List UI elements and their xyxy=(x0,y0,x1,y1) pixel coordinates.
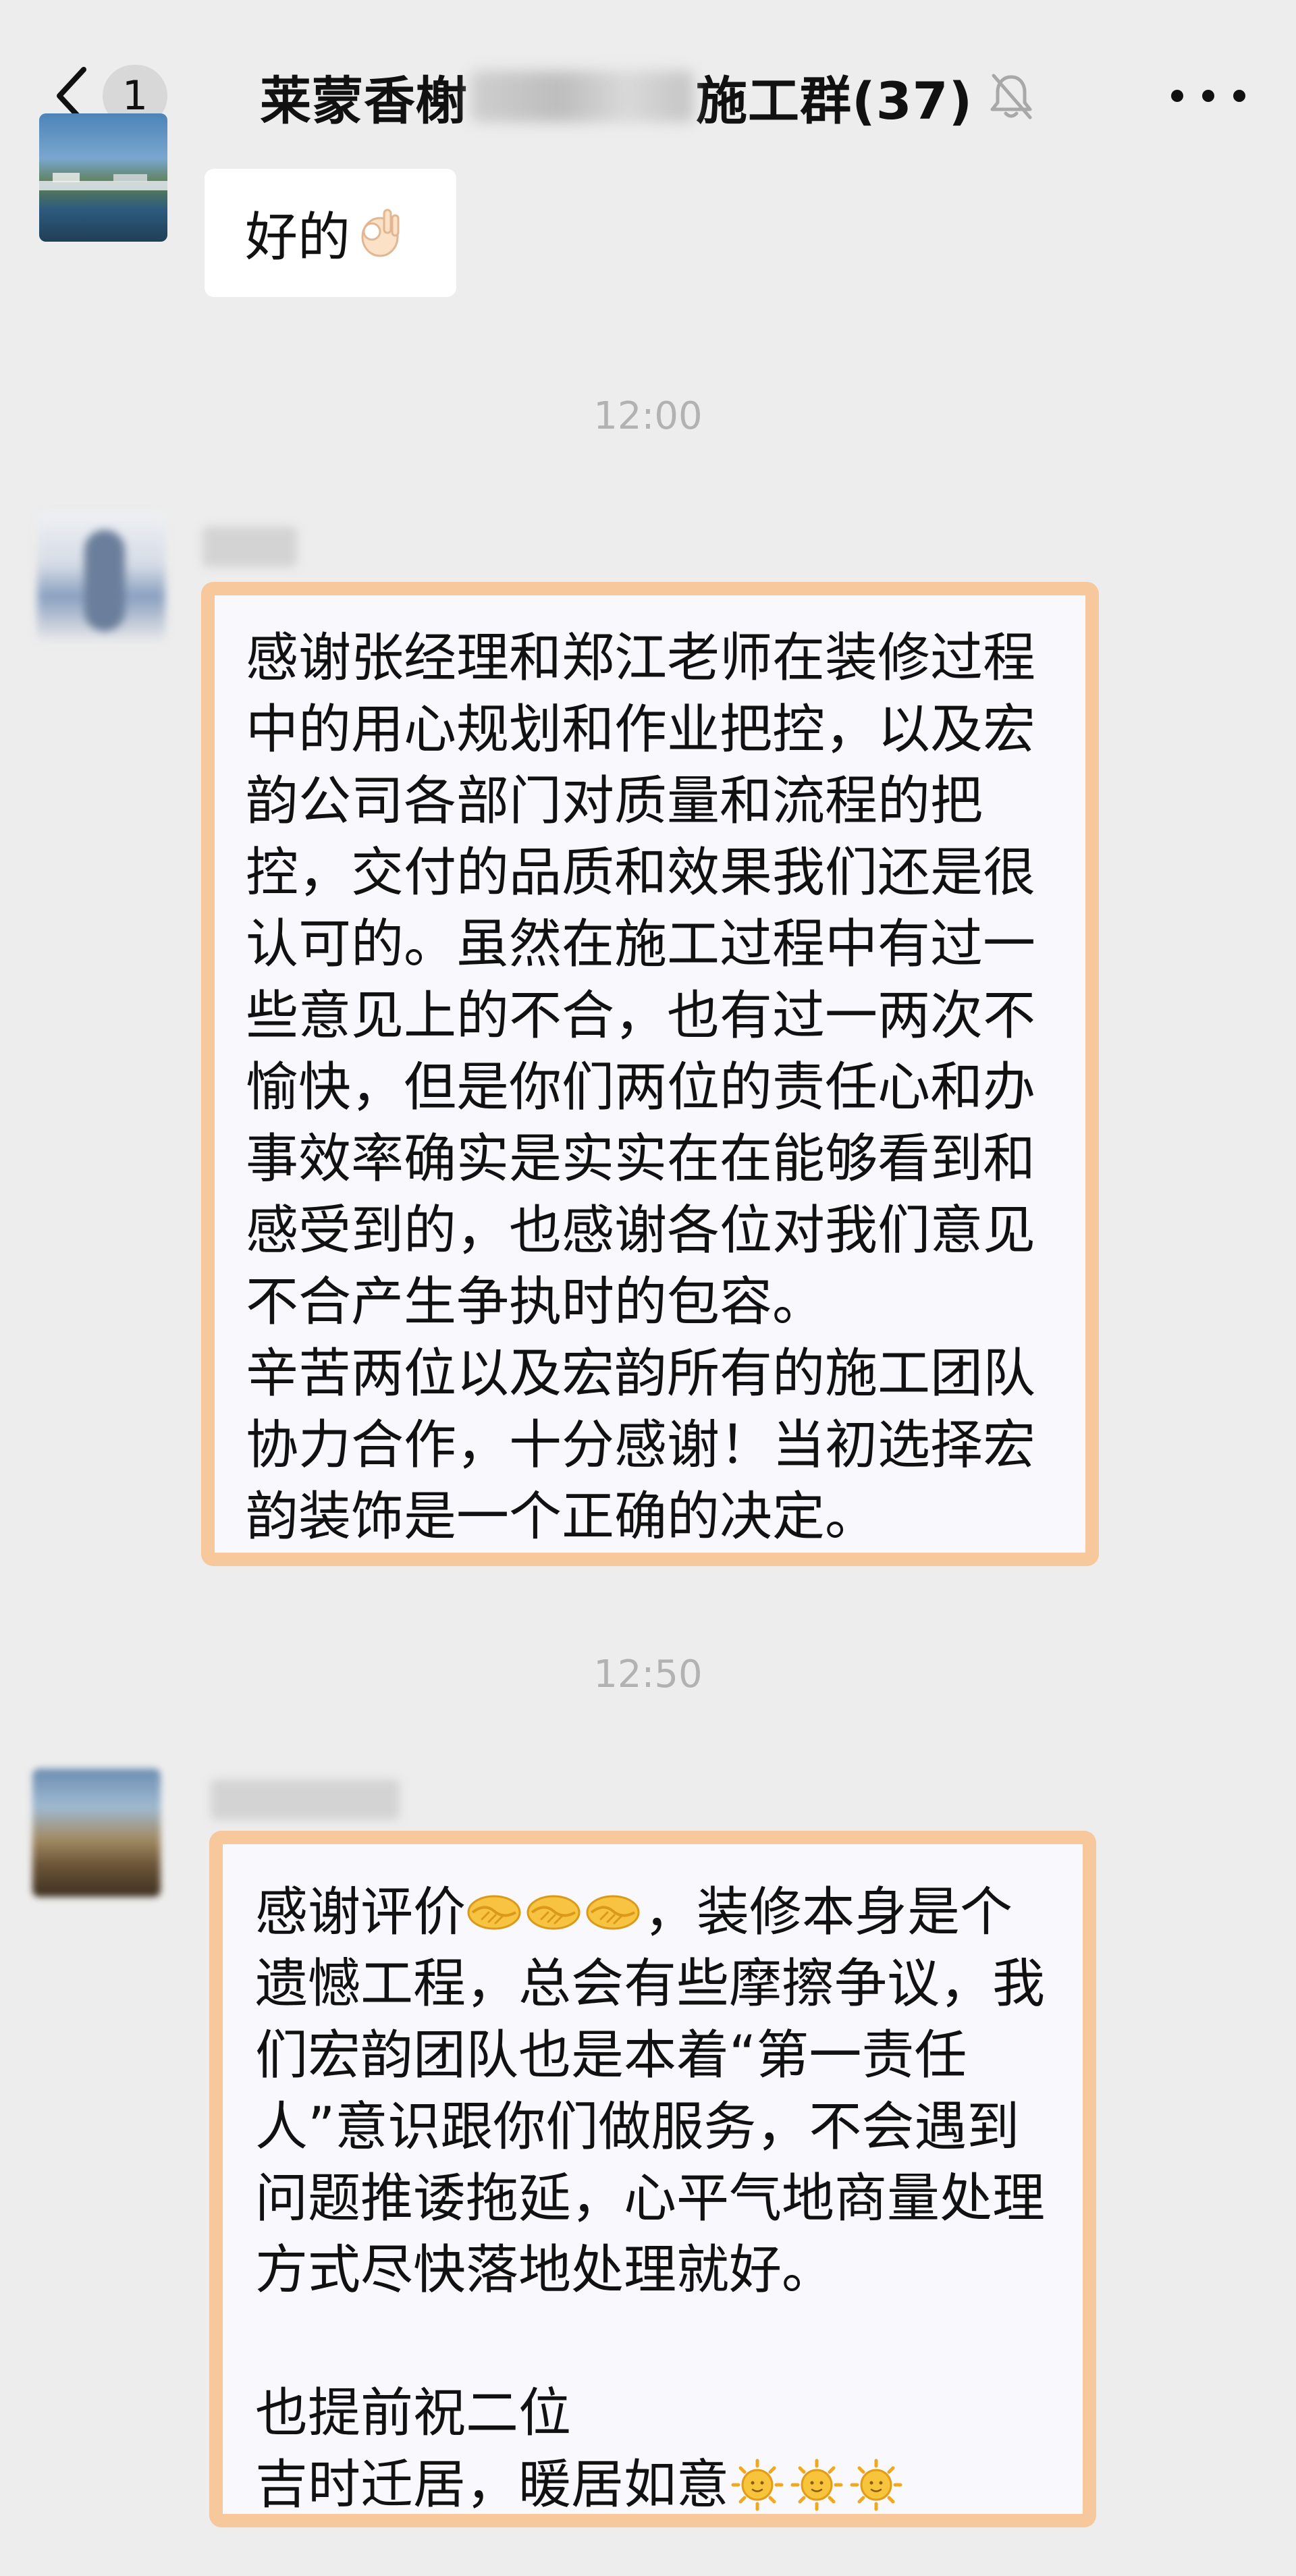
timestamp: 12:50 xyxy=(593,1653,703,1696)
chat-title-suffix: 施工群(37) xyxy=(696,71,973,131)
message-text: 好的 xyxy=(245,207,351,268)
more-dots-icon xyxy=(1171,90,1183,102)
bell-off-icon xyxy=(990,74,1032,119)
sun-face-emoji xyxy=(790,2459,843,2511)
message-text: 感谢张经理和郑江老师在装修过程中的用心规划和作业把控，以及宏韵公司各部门对质量和… xyxy=(246,628,1036,1547)
sun-face-emoji xyxy=(731,2459,784,2511)
message-text-part: 感谢评价 xyxy=(255,1882,466,1943)
sun-face-emoji xyxy=(850,2459,902,2511)
avatar[interactable] xyxy=(32,1769,161,1897)
handshake-emoji xyxy=(526,1895,580,1930)
redacted-sender-name xyxy=(202,527,297,567)
chat-title-prefix: 莱蒙香榭 xyxy=(260,71,468,131)
chat-title[interactable]: 莱蒙香榭 施工群(37) xyxy=(260,59,973,134)
chat-header: 1 莱蒙香榭 施工群(37) xyxy=(0,0,1296,174)
ok-hand-emoji xyxy=(361,209,400,257)
message-bubble[interactable]: 感谢张经理和郑江老师在装修过程中的用心规划和作业把控，以及宏韵公司各部门对质量和… xyxy=(201,582,1099,1566)
avatar[interactable] xyxy=(39,113,167,242)
redacted-title-segment xyxy=(470,71,693,122)
handshake-emoji xyxy=(586,1895,640,1930)
message-bubble[interactable]: 好的 xyxy=(205,169,456,297)
message-text: 感谢评价 ，装修本身是个遗憾工程，总会有些摩擦争议，我们宏韵团队也是本着“第一责任… xyxy=(255,1877,1056,2521)
timestamp: 12:00 xyxy=(593,394,703,438)
message-bubble[interactable]: 感谢评价 ，装修本身是个遗憾工程，总会有些摩擦争议，我们宏韵团队也是本着“第一责任… xyxy=(209,1831,1096,2527)
redacted-sender-name xyxy=(211,1779,400,1820)
handshake-emoji xyxy=(467,1895,521,1930)
avatar[interactable] xyxy=(37,513,165,641)
more-options-button[interactable] xyxy=(1171,76,1245,116)
message-text-part: ，装修本身是个遗憾工程，总会有些摩擦争议，我们宏韵团队也是本着“第一责任人”意识… xyxy=(255,1882,1046,2515)
